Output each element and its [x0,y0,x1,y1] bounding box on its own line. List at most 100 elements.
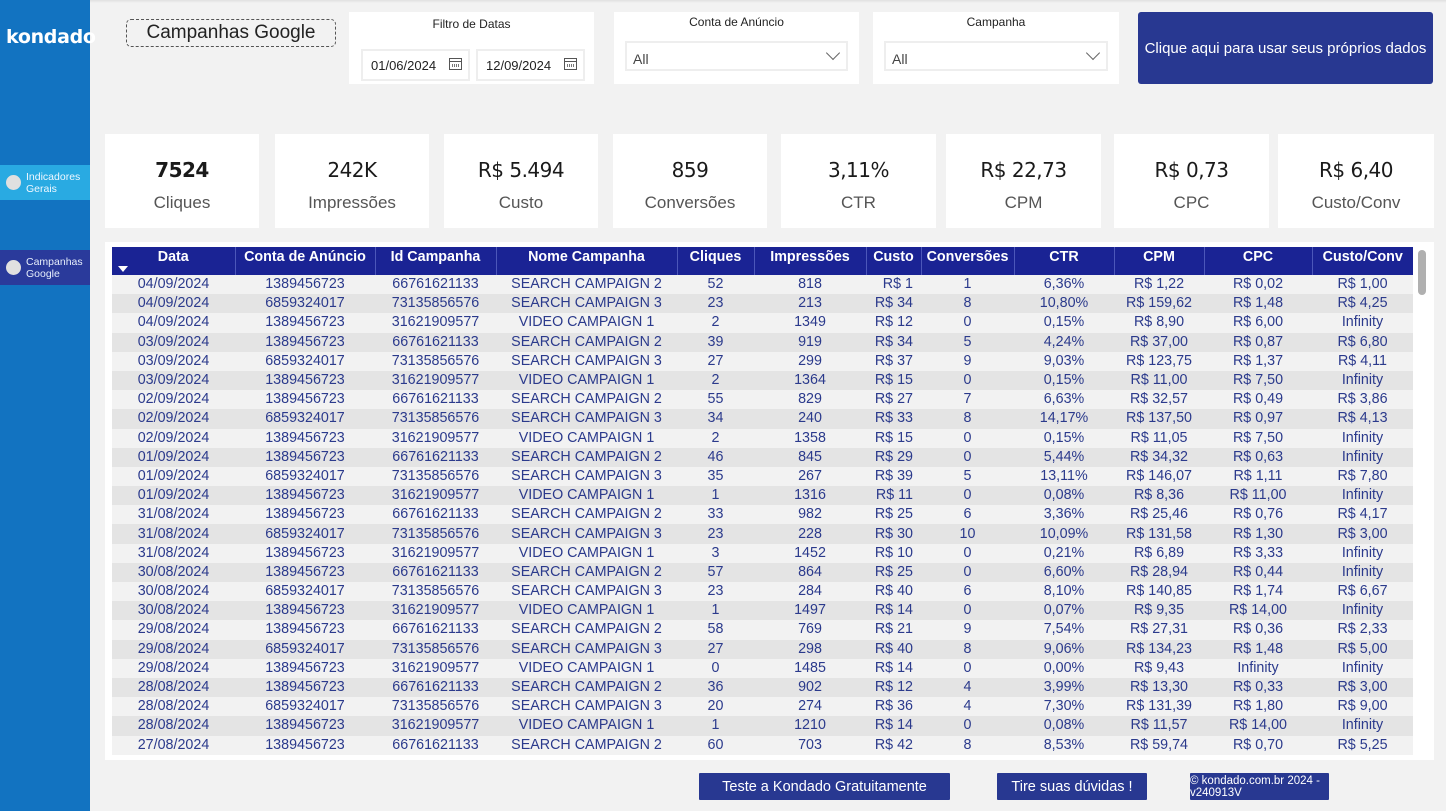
kpi-value: R$ 22,73 [980,158,1067,182]
cell-ctr: 6,36% [1014,275,1114,295]
cell-id-campanha: 66761621133 [375,275,496,295]
table-row[interactable]: 29/08/2024 6859324017 73135856576 SEARCH CA… [112,639,1413,659]
cell-ctr: 0,21% [1014,543,1114,563]
kpi-value: R$ 0,73 [1154,158,1229,182]
cell-custo-conv: R$ 4,25 [1312,294,1413,314]
cell-cliques: 2 [677,313,754,333]
copyright-link[interactable]: © kondado.com.br 2024 - v240913V [1190,773,1329,800]
column-header-cpm[interactable]: CPM [1114,247,1205,275]
table-row[interactable]: 31/08/2024 6859324017 73135856576 SEARCH CA… [112,524,1413,544]
cell-custo: R$ 42 [866,735,921,755]
cell-custo-conv: R$ 7,80 [1312,466,1413,487]
table-row[interactable]: 02/09/2024 6859324017 73135856576 SEARCH CA… [112,409,1413,429]
table-row[interactable]: 28/08/2024 6859324017 73135856576 SEARCH CA… [112,697,1413,717]
table-row[interactable]: 03/09/2024 6859324017 73135856576 SEARCH CA… [112,351,1413,371]
cell-nome-campanha: VIDEO CAMPAIGN 1 [496,486,677,506]
cell-cpm: R$ 9,43 [1114,658,1204,678]
cell-conversoes: 0 [921,716,1014,736]
campaign-table: Data Conta de Anúncio Id Campanha Nome C… [112,247,1413,755]
free-trial-button[interactable]: Teste a Kondado Gratuitamente [699,773,950,800]
sidebar-item-campanhas-google[interactable]: Campanhas Google [0,250,90,285]
calendar-icon[interactable] [564,58,577,70]
cell-cpc: R$ 0,70 [1204,735,1312,755]
cell-cpc: Infinity [1204,658,1312,678]
table-row[interactable]: 01/09/2024 6859324017 73135856576 SEARCH CA… [112,466,1413,487]
table-row[interactable]: 02/09/2024 1389456723 31621909577 VIDEO CAM… [112,428,1413,448]
table-row[interactable]: 01/09/2024 1389456723 66761621133 SEARCH CA… [112,447,1413,467]
cell-custo: R$ 34 [866,332,921,352]
cell-nome-campanha: SEARCH CAMPAIGN 3 [496,639,677,659]
column-header-id-campanha[interactable]: Id Campanha [375,247,497,275]
cell-custo-conv: R$ 6,67 [1312,582,1413,602]
table-row[interactable]: 03/09/2024 1389456723 31621909577 VIDEO CAM… [112,370,1413,391]
cell-impressoes: 213 [754,294,866,314]
table-row[interactable]: 30/08/2024 1389456723 31621909577 VIDEO CAM… [112,601,1413,621]
kpi-label: CPM [1004,193,1043,212]
cell-cpc: R$ 0,76 [1204,505,1312,525]
column-header-custo-conv[interactable]: Custo/Conv [1312,247,1413,275]
start-date-input[interactable]: 01/06/2024 [361,49,470,81]
column-header-data[interactable]: Data [112,247,236,275]
cell-impressoes: 240 [754,409,866,429]
cell-conversoes: 8 [921,294,1014,314]
table-row[interactable]: 28/08/2024 1389456723 66761621133 SEARCH CA… [112,677,1413,698]
cell-data: 03/09/2024 [112,332,235,352]
cell-data: 28/08/2024 [112,716,235,736]
campaign-select[interactable]: All [884,41,1108,71]
table-row[interactable]: 02/09/2024 1389456723 66761621133 SEARCH CA… [112,390,1413,410]
cell-ctr: 10,09% [1014,524,1114,544]
column-header-nome-campanha[interactable]: Nome Campanha [496,247,678,275]
cell-data: 02/09/2024 [112,409,235,429]
table-row[interactable]: 29/08/2024 1389456723 66761621133 SEARCH CA… [112,620,1413,640]
table-row[interactable]: 03/09/2024 1389456723 66761621133 SEARCH CA… [112,332,1413,352]
table-row[interactable]: 30/08/2024 6859324017 73135856576 SEARCH CA… [112,582,1413,602]
cell-conversoes: 0 [921,486,1014,506]
table-scrollbar[interactable] [1418,250,1426,295]
table-row[interactable]: 04/09/2024 6859324017 73135856576 SEARCH CA… [112,294,1413,314]
column-header-cpc[interactable]: CPC [1204,247,1313,275]
table-row[interactable]: 27/08/2024 1389456723 66761621133 SEARCH CA… [112,735,1413,755]
cell-cpc: R$ 1,80 [1204,697,1312,717]
table-row[interactable]: 28/08/2024 1389456723 31621909577 VIDEO CAM… [112,716,1413,736]
column-header-conta[interactable]: Conta de Anúncio [235,247,376,275]
calendar-icon[interactable] [449,58,462,70]
cell-id-campanha: 31621909577 [375,313,496,333]
cell-ctr: 9,06% [1014,639,1114,659]
kpi-card-custo-conv: R$ 6,40 Custo/Conv [1278,134,1434,228]
cell-custo-conv: Infinity [1312,543,1413,563]
cell-ctr: 7,30% [1014,697,1114,717]
cell-ctr: 8,10% [1014,582,1114,602]
use-own-data-button[interactable]: Clique aqui para usar seus próprios dado… [1138,12,1433,84]
cell-custo-conv: R$ 9,00 [1312,697,1413,717]
end-date-input[interactable]: 12/09/2024 [476,49,585,81]
cell-cpc: R$ 1,11 [1204,466,1312,487]
cell-cpm: R$ 11,57 [1114,716,1204,736]
table-row[interactable]: 31/08/2024 1389456723 31621909577 VIDEO CAM… [112,543,1413,563]
kpi-value: 242K [327,158,377,182]
cell-conta: 1389456723 [235,447,375,467]
cell-conta: 6859324017 [235,582,375,602]
cell-nome-campanha: SEARCH CAMPAIGN 2 [496,390,677,410]
cell-cpm: R$ 25,46 [1114,505,1204,525]
sidebar-item-indicadores-gerais[interactable]: Indicadores Gerais [0,165,90,200]
column-header-custo[interactable]: Custo [866,247,922,275]
cell-conversoes: 0 [921,447,1014,467]
chevron-down-icon [825,45,841,61]
table-row[interactable]: 31/08/2024 1389456723 66761621133 SEARCH CA… [112,505,1413,525]
help-button[interactable]: Tire suas dúvidas ! [997,773,1147,800]
cell-cliques: 55 [677,390,754,410]
table-row[interactable]: 04/09/2024 1389456723 66761621133 SEARCH CA… [112,275,1413,295]
table-row[interactable]: 01/09/2024 1389456723 31621909577 VIDEO CAM… [112,486,1413,506]
column-header-impressoes[interactable]: Impressões [754,247,867,275]
table-row[interactable]: 30/08/2024 1389456723 66761621133 SEARCH CA… [112,562,1413,582]
cell-custo: R$ 10 [866,543,921,563]
cell-data: 04/09/2024 [112,294,235,314]
table-row[interactable]: 29/08/2024 1389456723 31621909577 VIDEO CAM… [112,658,1413,678]
column-header-ctr[interactable]: CTR [1014,247,1115,275]
sort-descending-icon[interactable] [118,266,128,272]
cell-conta: 6859324017 [235,351,375,371]
column-header-conversoes[interactable]: Conversões [921,247,1015,275]
account-select[interactable]: All [625,41,848,71]
table-row[interactable]: 04/09/2024 1389456723 31621909577 VIDEO CAM… [112,313,1413,333]
column-header-cliques[interactable]: Cliques [677,247,755,275]
